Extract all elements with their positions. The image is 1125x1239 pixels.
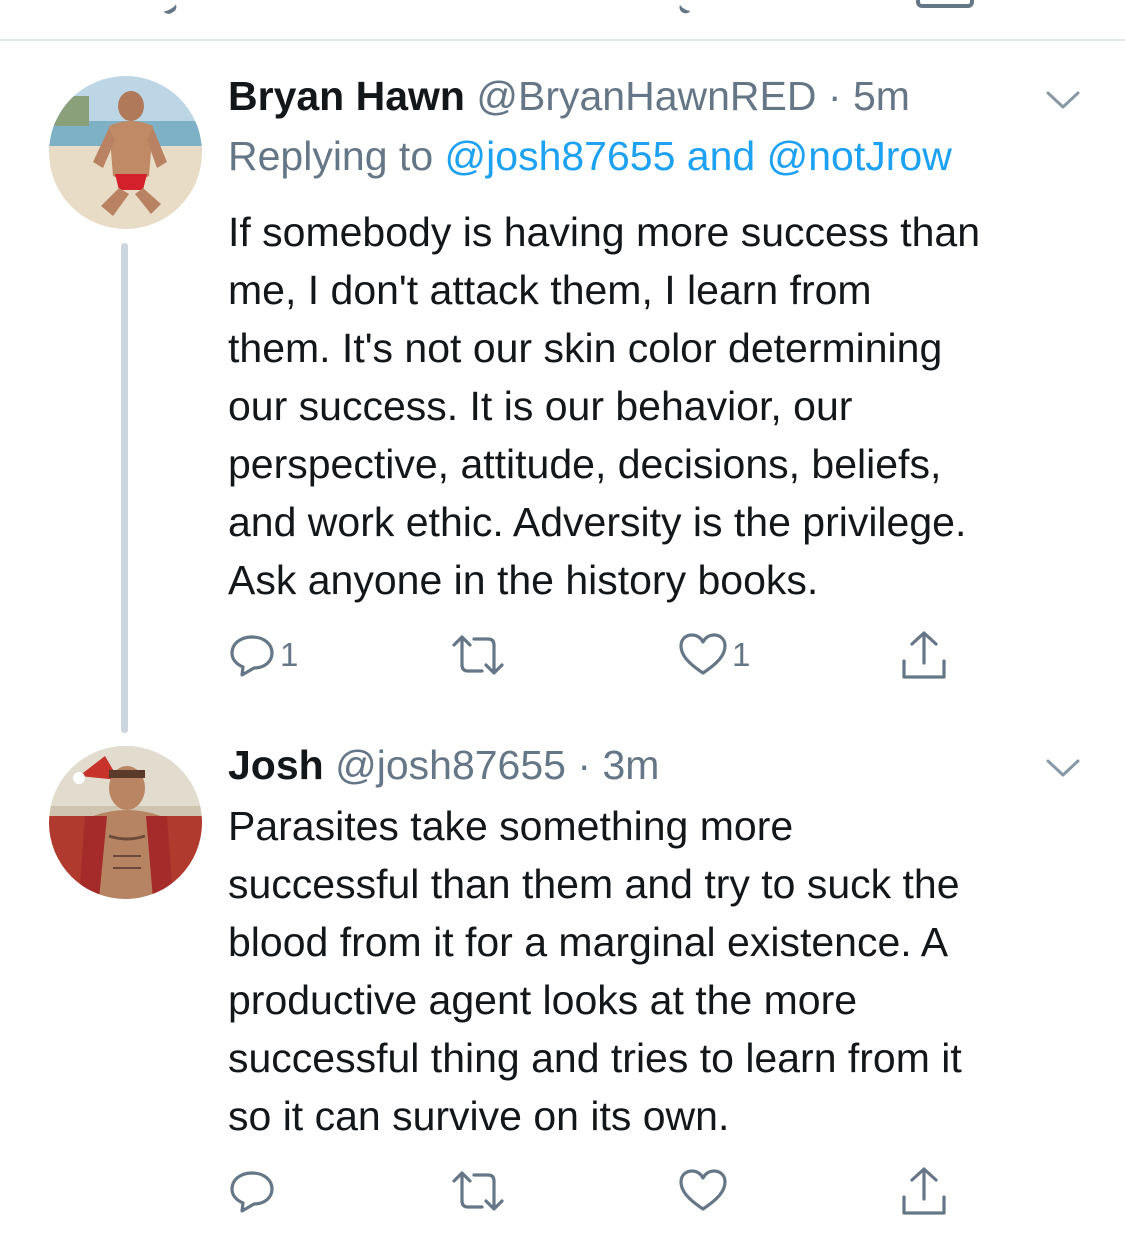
reply-icon xyxy=(230,1171,274,1213)
thread-line xyxy=(121,243,128,733)
tweet[interactable]: Josh @josh87655 · 3m Parasites take some… xyxy=(0,730,1125,1239)
like-button[interactable] xyxy=(678,1163,732,1219)
share-button[interactable] xyxy=(900,1163,948,1219)
timestamp[interactable]: 3m xyxy=(602,742,659,788)
share-icon xyxy=(902,631,946,679)
tweet-header: Josh @josh87655 · 3m xyxy=(228,741,659,789)
tweet-header: Bryan Hawn @BryanHawnRED · 5m xyxy=(228,72,910,120)
display-name[interactable]: Bryan Hawn xyxy=(228,73,465,119)
separator: · xyxy=(577,742,592,788)
tweet-actions xyxy=(228,1163,988,1219)
chevron-down-icon[interactable] xyxy=(1045,756,1081,780)
user-handle[interactable]: @josh87655 xyxy=(335,742,566,788)
separator: · xyxy=(827,73,842,119)
replying-to-label: Replying to xyxy=(228,133,434,179)
retweet-icon xyxy=(452,1171,504,1211)
mention-link[interactable]: @notJrow xyxy=(767,133,952,179)
chevron-down-icon[interactable] xyxy=(1045,88,1081,112)
share-button[interactable] xyxy=(900,627,948,683)
avatar[interactable] xyxy=(49,76,202,229)
tweet-actions: 1 1 xyxy=(228,627,988,683)
tweet-text: Parasites take something more successful… xyxy=(228,803,962,1139)
reply-icon xyxy=(230,635,274,677)
reply-button[interactable]: 1 xyxy=(228,627,298,683)
display-name[interactable]: Josh xyxy=(228,742,324,788)
share-icon xyxy=(902,1167,946,1215)
heart-icon xyxy=(679,633,727,675)
retweet-icon xyxy=(452,635,504,675)
mention-link[interactable]: @josh87655 xyxy=(445,133,676,179)
retweet-button[interactable] xyxy=(450,1163,510,1219)
replying-to: Replying to @josh87655 and @notJrow xyxy=(228,132,952,180)
heart-icon xyxy=(679,1169,727,1211)
reply-button[interactable] xyxy=(228,1163,280,1219)
retweet-button[interactable] xyxy=(450,627,510,683)
tweet-text: If somebody is having more success than … xyxy=(228,209,981,603)
like-button[interactable]: 1 xyxy=(678,627,750,683)
avatar[interactable] xyxy=(49,746,202,899)
mention-and[interactable]: and xyxy=(687,133,755,179)
timestamp[interactable]: 5m xyxy=(853,73,910,119)
like-count: 1 xyxy=(732,636,751,673)
user-handle[interactable]: @BryanHawnRED xyxy=(476,73,816,119)
reply-count: 1 xyxy=(280,636,299,673)
tweet[interactable]: Bryan Hawn @BryanHawnRED · 5m Replying t… xyxy=(0,0,1125,733)
